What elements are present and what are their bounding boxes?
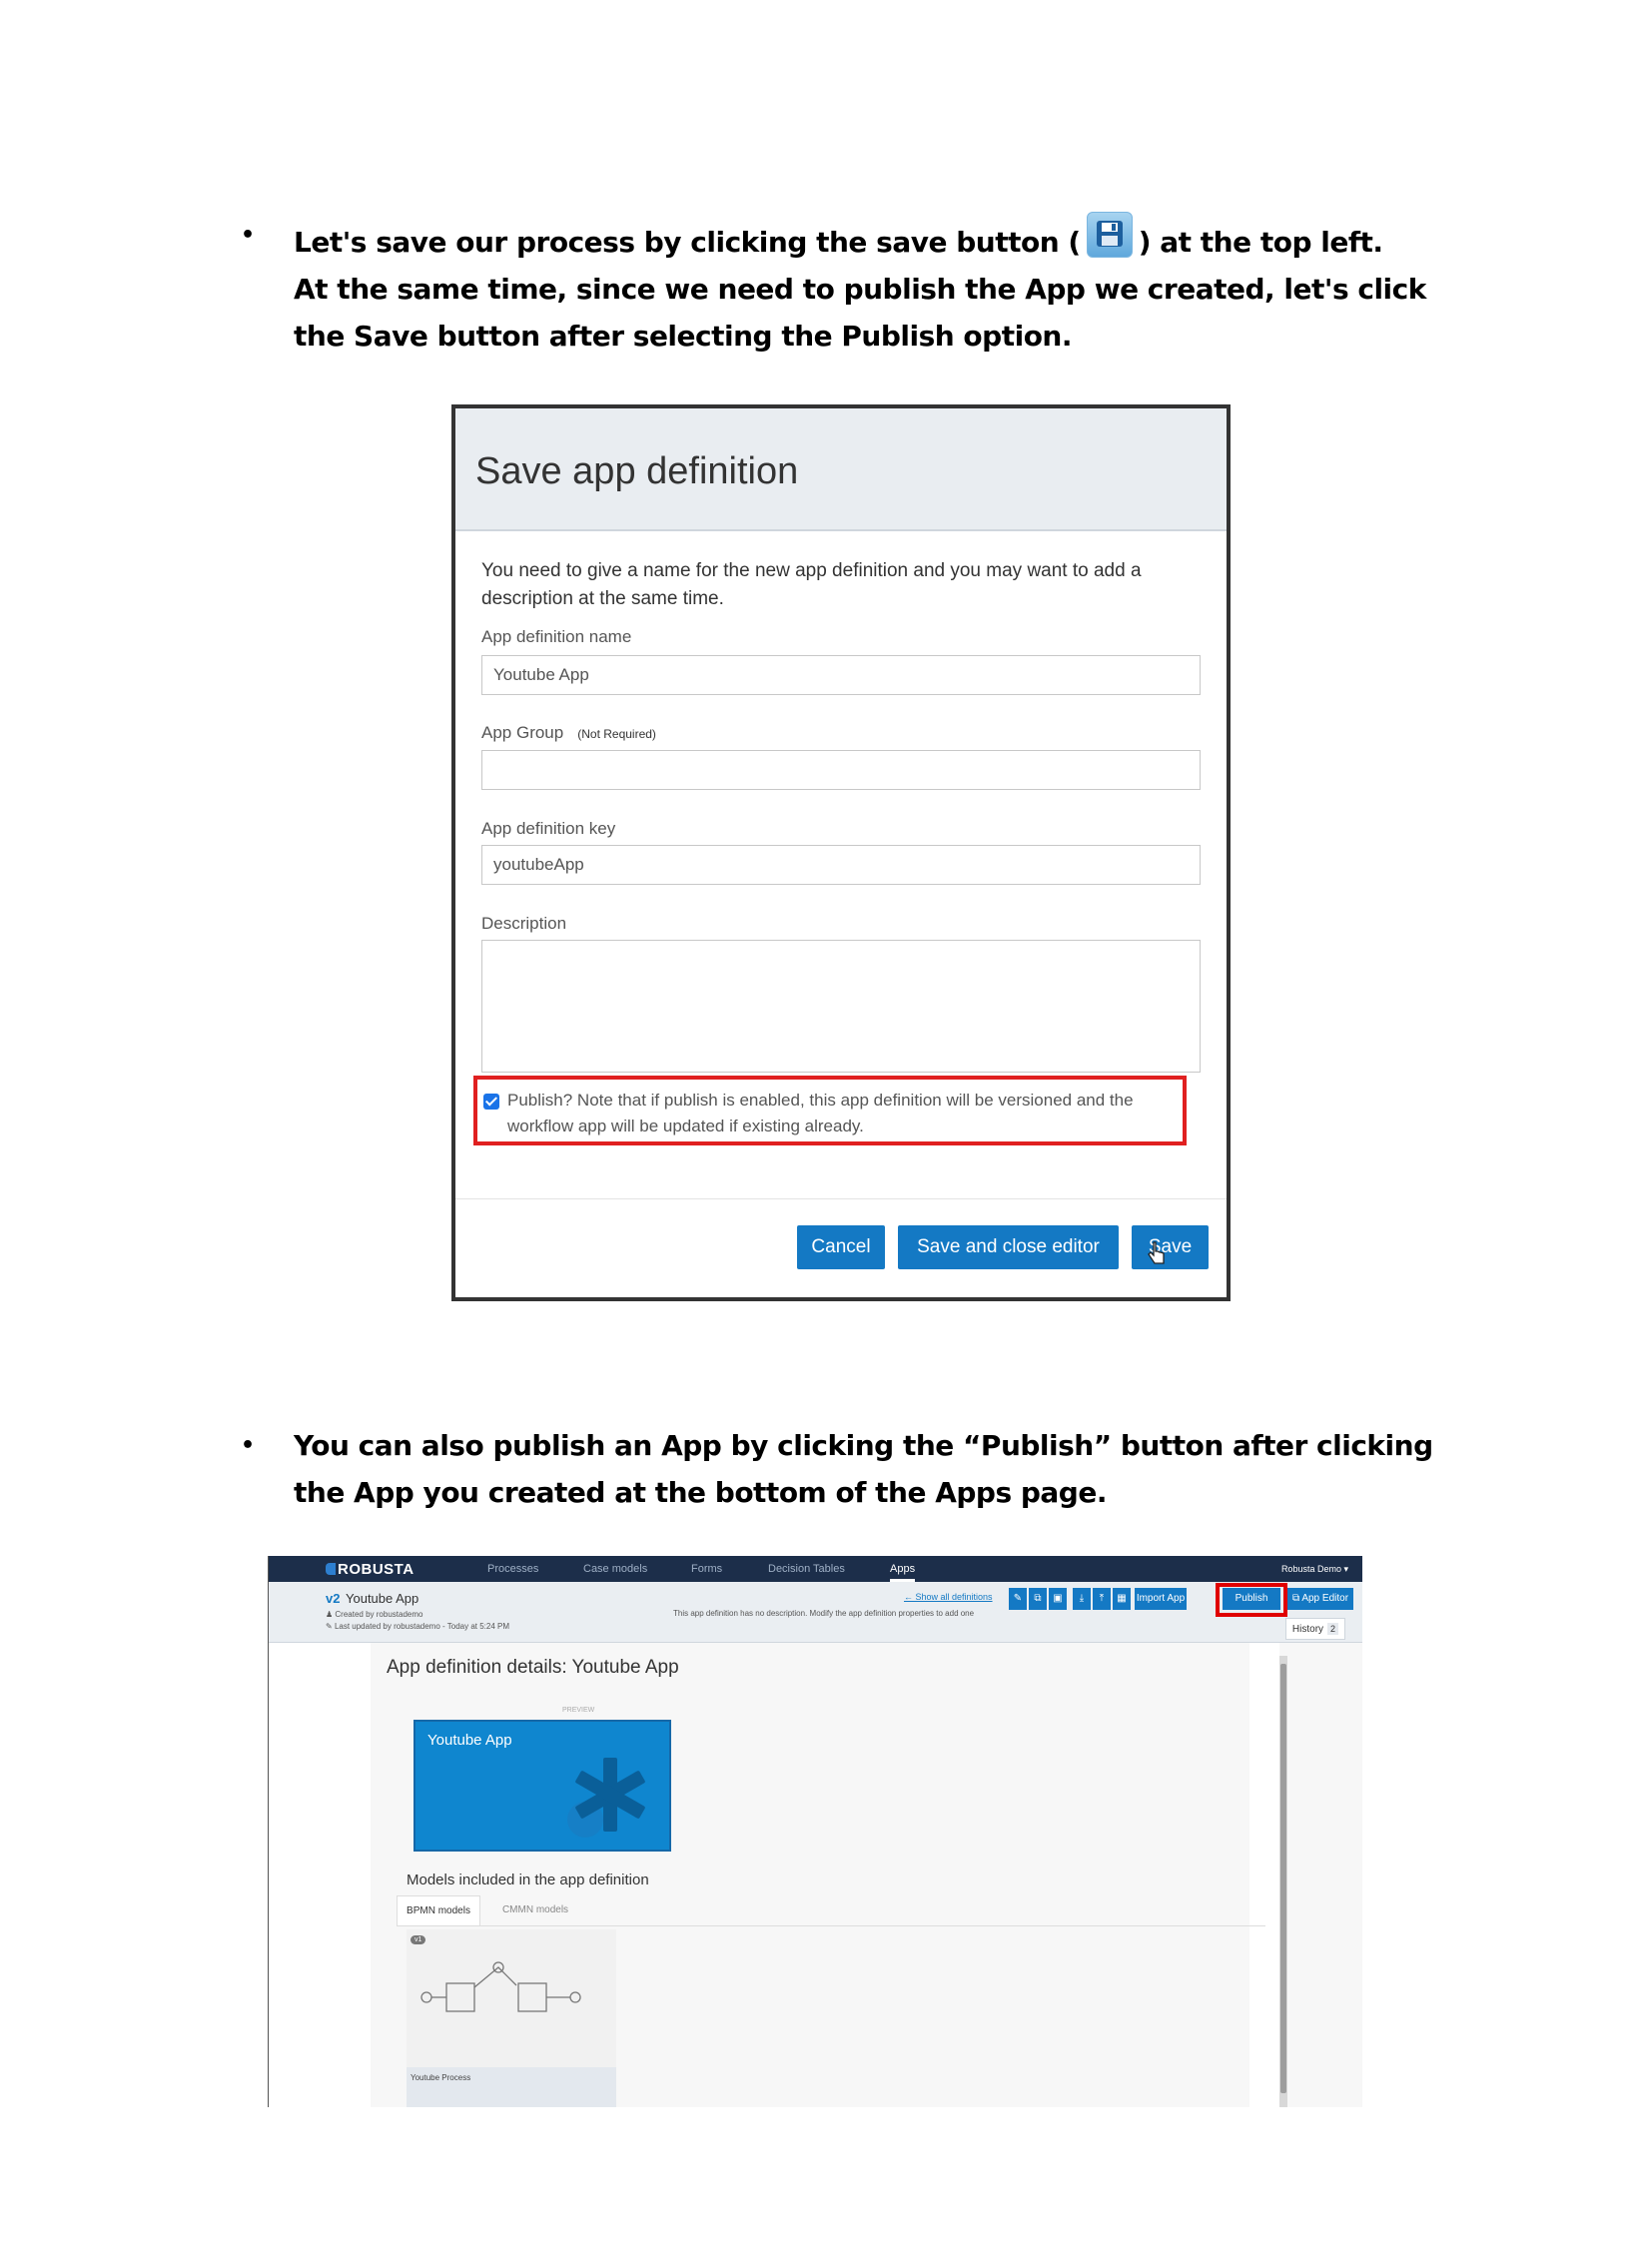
- save-icon: [1086, 212, 1133, 258]
- tab-bpmn-models[interactable]: BPMN models: [397, 1895, 480, 1925]
- group-label-text: App Group: [481, 723, 564, 742]
- created-by-text: Created by robustademo: [335, 1610, 423, 1619]
- upload-icon[interactable]: ⤒: [1093, 1588, 1111, 1610]
- user-menu[interactable]: Robusta Demo ▾: [1281, 1564, 1348, 1575]
- history-label: History: [1291, 1624, 1324, 1635]
- cursor-hand-icon: [1148, 1241, 1165, 1264]
- top-nav: ROBUSTA Processes Case models Forms Deci…: [269, 1556, 1362, 1582]
- scrollbar-thumb[interactable]: [1280, 1664, 1286, 2093]
- key-input[interactable]: youtubeApp: [481, 845, 1201, 885]
- key-label: App definition key: [481, 819, 616, 838]
- import-app-button[interactable]: Import App: [1135, 1588, 1187, 1610]
- edit-icon[interactable]: ✎: [1009, 1588, 1027, 1610]
- save-and-close-button[interactable]: Save and close editor: [898, 1225, 1119, 1269]
- last-updated-text: Last updated by robustademo - Today at 5…: [334, 1622, 510, 1631]
- app-title: Youtube App: [346, 1591, 419, 1606]
- instruction-line-1: You can also publish an App by clicking …: [294, 1429, 1433, 1462]
- instruction-text: ) at the top left.: [1138, 226, 1383, 259]
- app-editor-icon: ⧉: [1291, 1593, 1302, 1604]
- download-icon[interactable]: ⤓: [1073, 1588, 1091, 1610]
- instruction-bullet-2: • You can also publish an App by clickin…: [241, 1422, 1492, 1516]
- app-editor-label: App Editor: [1301, 1593, 1349, 1604]
- dialog-header: Save app definition: [455, 408, 1227, 531]
- show-all-definitions-link[interactable]: ← Show all definitions: [904, 1592, 993, 1602]
- dialog-footer: Cancel Save and close editor Save: [455, 1198, 1227, 1297]
- instruction-bullet-1: • Let's save our process by clicking the…: [241, 212, 1492, 360]
- publish-checkbox[interactable]: [483, 1094, 499, 1110]
- history-button[interactable]: History 2: [1285, 1618, 1345, 1640]
- dialog-intro: You need to give a name for the new app …: [481, 560, 1142, 609]
- bullet-dot: •: [241, 223, 255, 248]
- group-note: (Not Required): [577, 727, 656, 741]
- publish-highlight: [1216, 1583, 1287, 1617]
- copy-icon[interactable]: ⧉: [1029, 1588, 1047, 1610]
- nav-apps[interactable]: Apps: [890, 1563, 916, 1582]
- app-editor-button[interactable]: ⧉ App Editor: [1287, 1588, 1353, 1610]
- models-title: Models included in the app definition: [407, 1872, 649, 1888]
- pencil-icon: ✎: [326, 1622, 335, 1631]
- process-thumbnail-icon: [420, 1961, 581, 2012]
- instruction-line-1: Let's save our process by clicking the s…: [294, 212, 1492, 266]
- instruction-line-3: the Save button after selecting the Publ…: [294, 320, 1073, 353]
- last-updated: ✎ Last updated by robustademo - Today at…: [326, 1622, 509, 1631]
- logo-text: ROBUSTA: [338, 1561, 414, 1578]
- asterisk-icon: [567, 1758, 645, 1838]
- app-tile[interactable]: Youtube App: [413, 1720, 671, 1852]
- nav-case-models[interactable]: Case models: [583, 1563, 647, 1575]
- publish-text: Publish? Note that if publish is enabled…: [507, 1091, 1134, 1135]
- description-label: Description: [481, 914, 567, 933]
- created-by: ♟ Created by robustademo: [326, 1610, 422, 1619]
- name-label: App definition name: [481, 627, 632, 646]
- model-card[interactable]: v1 Youtube Process: [407, 1929, 616, 2107]
- name-input[interactable]: Youtube App: [481, 655, 1201, 695]
- version-badge: v2: [326, 1591, 341, 1606]
- group-input[interactable]: [481, 750, 1201, 790]
- user-icon: ♟: [326, 1610, 336, 1619]
- no-description-text: This app definition has no description. …: [673, 1609, 975, 1618]
- details-title: App definition details: Youtube App: [387, 1657, 679, 1678]
- dialog-title: Save app definition: [475, 450, 799, 492]
- save-button[interactable]: Save: [1132, 1225, 1209, 1269]
- logo-mark-icon: [326, 1563, 336, 1575]
- instruction-text: Let's save our process by clicking the s…: [294, 226, 1081, 259]
- app-tile-name: Youtube App: [427, 1732, 512, 1749]
- nav-processes[interactable]: Processes: [487, 1563, 538, 1575]
- app-header-bar: v2 Youtube App ♟ Created by robustademo …: [269, 1582, 1362, 1643]
- model-tabs: BPMN models CMMN models: [397, 1895, 1265, 1926]
- model-version-badge: v1: [411, 1935, 426, 1944]
- scrollbar[interactable]: [1279, 1656, 1287, 2107]
- instruction-line-2: At the same time, since we need to publi…: [294, 273, 1426, 306]
- tab-cmmn-models[interactable]: CMMN models: [490, 1895, 580, 1925]
- cancel-button[interactable]: Cancel: [797, 1225, 885, 1269]
- save-app-definition-dialog: Save app definition You need to give a n…: [451, 404, 1231, 1301]
- delete-icon[interactable]: ▣: [1049, 1588, 1067, 1610]
- group-label: App Group (Not Required): [481, 723, 656, 743]
- preview-label: PREVIEW: [562, 1707, 595, 1714]
- bullet-dot: •: [241, 1433, 255, 1458]
- logo: ROBUSTA: [326, 1561, 414, 1578]
- nav-forms[interactable]: Forms: [691, 1563, 722, 1575]
- history-count: 2: [1327, 1623, 1339, 1635]
- publish-highlight: Publish? Note that if publish is enabled…: [473, 1076, 1187, 1145]
- instruction-line-2: the App you created at the bottom of the…: [294, 1476, 1107, 1509]
- nav-decision-tables[interactable]: Decision Tables: [768, 1563, 845, 1575]
- model-name: Youtube Process: [407, 2067, 616, 2107]
- description-textarea[interactable]: [481, 940, 1201, 1073]
- calendar-icon[interactable]: ▦: [1113, 1588, 1131, 1610]
- apps-page-screenshot: ROBUSTA Processes Case models Forms Deci…: [268, 1556, 1362, 2107]
